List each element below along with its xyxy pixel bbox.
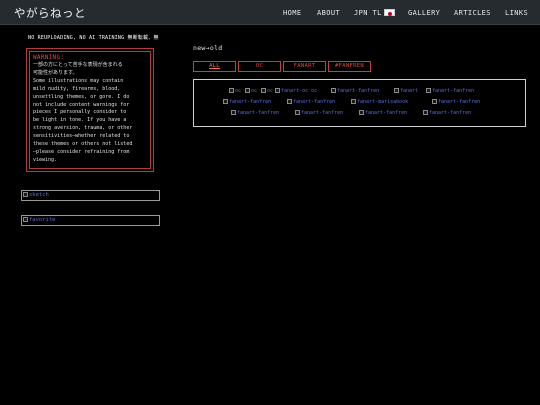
gallery-thumb[interactable]: fanart-fanfren <box>426 88 474 94</box>
gallery-thumb-alt: fanart-fanfren <box>365 110 408 116</box>
broken-image-icon <box>23 217 28 222</box>
broken-image-icon <box>423 110 428 115</box>
broken-image-icon <box>295 110 300 115</box>
broken-image-icon <box>287 99 292 104</box>
gallery-thumb[interactable]: fanart-fanfren <box>432 99 480 105</box>
gallery-grid: oc oc oc fanart-oc oc fanart-fanfren fan… <box>193 79 526 127</box>
broken-image-icon <box>432 99 437 104</box>
sketch-link[interactable]: sketch <box>21 190 160 201</box>
broken-image-icon <box>261 88 266 93</box>
filter-fanfren-button[interactable]: #FANFREN <box>328 61 371 72</box>
gallery-thumb[interactable]: oc <box>261 88 273 94</box>
warning-line: strong aversion, trauma, or other <box>33 125 133 132</box>
nav-about[interactable]: ABOUT <box>317 9 340 17</box>
gallery-thumb[interactable]: fanart <box>394 88 418 94</box>
gallery-thumb-alt: fanart-fanfren <box>301 110 344 116</box>
sort-order-label: new→old <box>193 44 223 52</box>
gallery-thumb[interactable]: oc <box>229 88 241 94</box>
warning-line: these themes or others not listed <box>33 141 133 148</box>
gallery-thumb[interactable]: fanart-fanfren <box>295 110 343 116</box>
favorite-link[interactable]: favorite <box>21 215 160 226</box>
broken-image-icon <box>275 88 280 93</box>
warning-line: Some illustrations may contain <box>33 77 124 84</box>
nav-jpn-tl[interactable]: JPN TL <box>354 9 395 17</box>
warning-line: —please consider refraining from <box>33 148 130 155</box>
gallery-thumb-alt: fanart-fanfren <box>229 99 272 105</box>
broken-image-icon <box>231 110 236 115</box>
gallery-thumb-alt: fanart-fanfren <box>237 110 280 116</box>
nav-gallery[interactable]: GALLERY <box>408 9 440 17</box>
warning-line: sensitivities—whether related to <box>33 133 130 140</box>
sketch-link-label: sketch <box>29 192 49 198</box>
gallery-thumb-alt: fanart-oc oc <box>281 88 318 94</box>
warning-title: WARNING: <box>33 54 65 61</box>
filter-fanart-button[interactable]: FANART <box>283 61 326 72</box>
warning-line: unsettling themes, or gore. I do <box>33 93 130 100</box>
gallery-thumb-alt: oc <box>235 88 242 94</box>
broken-image-icon <box>359 110 364 115</box>
content-warning: WARNING: 一部の方にとって苦手な表現が含まれる 可能性があります。 So… <box>26 48 154 172</box>
site-header: やがらねっと HOME ABOUT JPN TL GALLERY ARTICLE… <box>0 0 540 25</box>
broken-image-icon <box>351 99 356 104</box>
broken-image-icon <box>245 88 250 93</box>
warning-line: viewing. <box>33 156 58 163</box>
gallery-thumb-alt: fanart-marisabook <box>357 99 409 105</box>
gallery-thumb[interactable]: fanart-fanfren <box>231 110 279 116</box>
broken-image-icon <box>23 192 28 197</box>
gallery-thumb-alt: oc <box>267 88 274 94</box>
nav-articles[interactable]: ARTICLES <box>454 9 491 17</box>
gallery-thumb-alt: fanart-fanfren <box>438 99 481 105</box>
gallery-thumb-alt: oc <box>251 88 258 94</box>
gallery-thumb[interactable]: fanart-fanfren <box>331 88 379 94</box>
gallery-thumb-alt: fanart <box>400 88 419 94</box>
gallery-thumb[interactable]: oc <box>245 88 257 94</box>
warning-line: be light in tone. If you have a <box>33 117 127 124</box>
broken-image-icon <box>426 88 431 93</box>
broken-image-icon <box>394 88 399 93</box>
gallery-thumb[interactable]: fanart-fanfren <box>359 110 407 116</box>
content-warning-inner: WARNING: 一部の方にとって苦手な表現が含まれる 可能性があります。 So… <box>29 51 151 169</box>
broken-image-icon <box>331 88 336 93</box>
gallery-thumb[interactable]: fanart-fanfren <box>423 110 471 116</box>
japan-flag-icon <box>383 9 395 16</box>
gallery-thumb-alt: fanart-fanfren <box>429 110 472 116</box>
gallery-thumb[interactable]: fanart-oc oc <box>275 88 317 94</box>
gallery-thumb[interactable]: fanart-fanfren <box>287 99 335 105</box>
filter-all-button[interactable]: ALL <box>193 61 236 72</box>
gallery-thumb[interactable]: fanart-marisabook <box>351 99 408 105</box>
no-reupload-notice: NO REUPLOADING, NO AI TRAINING 無断転載、無 <box>28 35 159 41</box>
nav-home[interactable]: HOME <box>283 9 301 17</box>
warning-line: 一部の方にとって苦手な表現が含まれる <box>33 62 123 68</box>
gallery-thumb-alt: fanart-fanfren <box>293 99 336 105</box>
gallery-thumb-alt: fanart-fanfren <box>432 88 475 94</box>
gallery-thumb[interactable]: fanart-fanfren <box>223 99 271 105</box>
nav-jpn-tl-label: JPN TL <box>354 9 382 17</box>
warning-line: 可能性があります。 <box>33 69 78 76</box>
nav-links[interactable]: LINKS <box>505 9 528 17</box>
broken-image-icon <box>229 88 234 93</box>
warning-line: mild nudity, firearms, blood, <box>33 85 121 92</box>
warning-line: pieces I personally consider to <box>33 109 127 116</box>
main-nav: HOME ABOUT JPN TL GALLERY ARTICLES LINKS <box>0 9 540 19</box>
warning-line: not include content warnings for <box>33 101 130 108</box>
favorite-link-label: favorite <box>29 217 56 223</box>
filter-oc-button[interactable]: OC <box>238 61 281 72</box>
gallery-thumb-alt: fanart-fanfren <box>337 88 380 94</box>
broken-image-icon <box>223 99 228 104</box>
